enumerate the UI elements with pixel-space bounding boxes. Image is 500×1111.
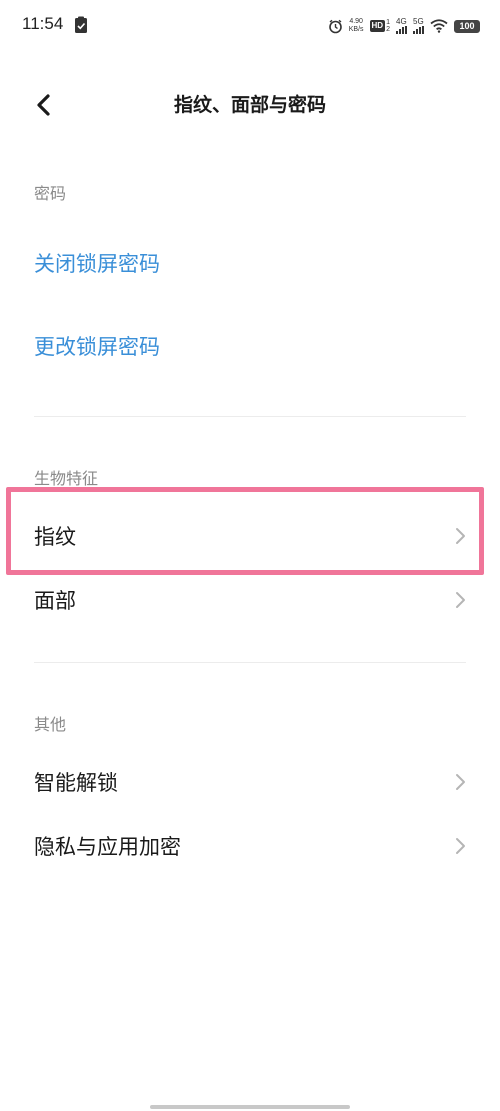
signal-bars-icon bbox=[413, 26, 424, 34]
divider bbox=[34, 662, 466, 663]
change-lock-password-link[interactable]: 更改锁屏密码 bbox=[34, 331, 160, 361]
hd-sup-bottom: 2 bbox=[386, 26, 390, 33]
chevron-right-icon bbox=[456, 774, 465, 790]
net1-label: 4G bbox=[396, 17, 407, 26]
chevron-right-icon bbox=[456, 528, 465, 544]
header: 指纹、面部与密码 bbox=[0, 78, 500, 130]
divider bbox=[34, 416, 466, 417]
disable-lock-password-link[interactable]: 关闭锁屏密码 bbox=[34, 248, 160, 278]
status-time: 11:54 bbox=[22, 14, 64, 33]
smart-unlock-item[interactable]: 智能解锁 bbox=[34, 762, 466, 802]
speed-unit: KB/s bbox=[348, 26, 364, 33]
section-header-password: 密码 bbox=[34, 184, 67, 203]
network-speed: 4.90 KB/s bbox=[349, 18, 364, 34]
hd-sup-top: 1 bbox=[386, 19, 390, 26]
chevron-right-icon bbox=[456, 592, 465, 608]
battery-icon: 100 bbox=[454, 19, 480, 33]
alarm-icon bbox=[328, 19, 342, 33]
face-label: 面部 bbox=[34, 589, 76, 613]
clipboard-check-icon bbox=[75, 16, 87, 33]
status-bar: 11:54 4.90 KB/s HD 1 2 4G 5G 100 bbox=[0, 0, 500, 52]
signal-bars-icon bbox=[396, 26, 407, 34]
hd-badge: HD bbox=[369, 20, 386, 32]
wifi-icon bbox=[430, 19, 448, 33]
fingerprint-item[interactable]: 指纹 bbox=[34, 516, 466, 556]
home-indicator[interactable] bbox=[150, 1105, 350, 1109]
fingerprint-label: 指纹 bbox=[34, 525, 76, 549]
privacy-app-encryption-label: 隐私与应用加密 bbox=[34, 835, 181, 859]
status-icons: 4.90 KB/s HD 1 2 4G 5G 100 bbox=[328, 14, 480, 38]
net2-label: 5G bbox=[413, 17, 424, 26]
speed-value: 4.90 bbox=[349, 18, 363, 25]
section-header-biometric: 生物特征 bbox=[34, 469, 99, 488]
privacy-app-encryption-item[interactable]: 隐私与应用加密 bbox=[34, 826, 466, 866]
page-title: 指纹、面部与密码 bbox=[173, 94, 326, 116]
signal-5g: 5G bbox=[413, 18, 424, 34]
signal-4g: 4G bbox=[396, 18, 407, 34]
section-header-other: 其他 bbox=[34, 715, 67, 734]
smart-unlock-label: 智能解锁 bbox=[34, 771, 118, 795]
face-item[interactable]: 面部 bbox=[34, 580, 466, 620]
chevron-right-icon bbox=[456, 838, 465, 854]
hd-indicator: HD 1 2 bbox=[369, 19, 390, 33]
